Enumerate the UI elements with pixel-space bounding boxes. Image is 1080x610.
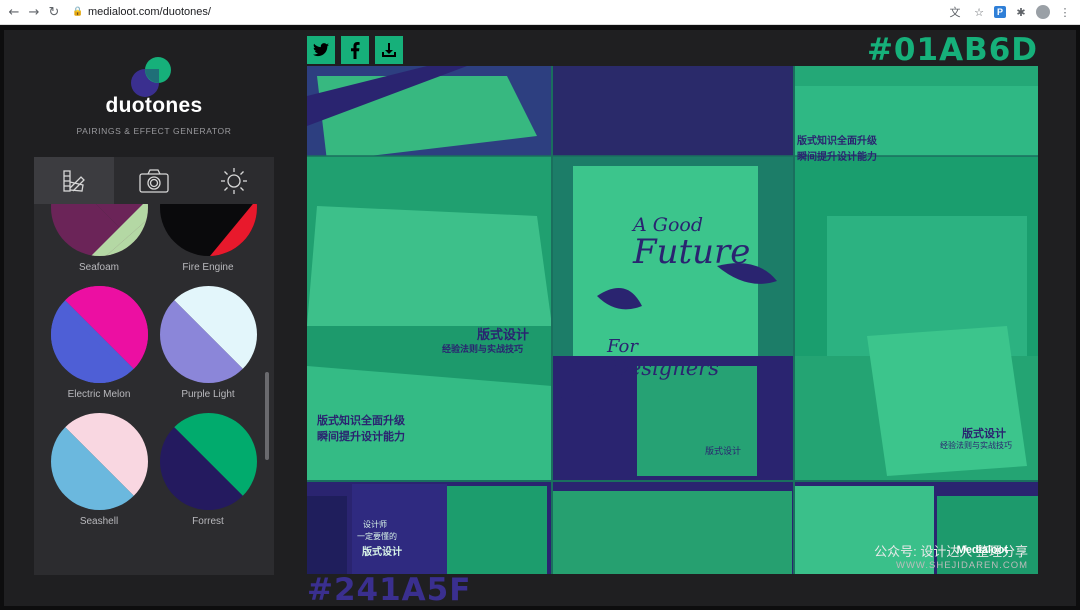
swatch-label: Seashell xyxy=(79,516,119,527)
brightness-icon xyxy=(221,167,247,194)
translate-icon[interactable]: 文 xyxy=(946,3,964,21)
twitter-button[interactable] xyxy=(307,36,335,64)
reload-button[interactable]: ↻ xyxy=(44,2,64,22)
shadow-color-hex: #241A5F xyxy=(307,572,472,608)
book-text-cn-7: 版式设计 xyxy=(962,427,1006,440)
tab-brightness[interactable] xyxy=(194,157,274,204)
swatch-fire-engine[interactable]: Fire Engine xyxy=(158,204,258,273)
book-text-cn-9: 版式设计 xyxy=(705,447,742,457)
tab-palette[interactable] xyxy=(34,157,114,204)
address-bar[interactable]: medialoot.com/duotones/ xyxy=(88,6,211,18)
swatch-purple-light[interactable]: Purple Light xyxy=(158,286,258,400)
forward-button[interactable]: → xyxy=(24,2,44,22)
brand-name: duotones xyxy=(105,94,203,117)
share-bar xyxy=(307,36,403,64)
swatch-scrollbar[interactable] xyxy=(265,372,269,460)
extension-p-icon[interactable]: P xyxy=(994,6,1006,18)
app-frame: duotones PAIRINGS & EFFECT GENERATOR Sea… xyxy=(0,26,1080,610)
swatch-disc xyxy=(50,286,148,383)
facebook-button[interactable] xyxy=(341,36,369,64)
book-text-cn-3: 版式知识全面升级 xyxy=(317,414,405,427)
options-panel: Seafoam Fire Engine Electric Melon Purpl… xyxy=(34,157,274,575)
star-icon[interactable]: ☆ xyxy=(970,3,988,21)
swatch-list: Seafoam Fire Engine Electric Melon Purpl… xyxy=(34,204,264,575)
duotone-preview-image: A Good Future For Designers 版式设计 经验法则与实战… xyxy=(307,66,1038,574)
tab-camera[interactable] xyxy=(114,157,194,204)
swatch-seafoam[interactable]: Seafoam xyxy=(49,204,149,273)
swatch-label: Purple Light xyxy=(181,389,235,400)
browser-toolbar: ← → ↻ 🔒 medialoot.com/duotones/ 文 ☆ P ✱ … xyxy=(0,0,1080,25)
camera-icon xyxy=(139,168,169,193)
watermark-line2: WWW.SHEJIDAREN.COM xyxy=(896,560,1028,571)
swatch-label: Electric Melon xyxy=(67,389,131,400)
reload-icon: ↻ xyxy=(48,4,60,20)
download-icon xyxy=(382,43,396,57)
highlight-color-hex: #01AB6D xyxy=(866,32,1038,68)
swatch-forrest[interactable]: Forrest xyxy=(158,413,258,527)
book-title-line2: Future xyxy=(633,232,751,272)
book-title-line4: Designers xyxy=(612,356,719,380)
swatch-disc xyxy=(50,204,148,256)
book-text-cn-11: 一定要懂的 xyxy=(357,532,397,541)
twitter-icon xyxy=(313,43,329,57)
back-arrow-icon: ← xyxy=(8,4,20,20)
palette-swatch-icon xyxy=(63,169,85,192)
book-text-cn-6: 瞬间提升设计能力 xyxy=(797,152,877,163)
swatch-label: Seafoam xyxy=(78,262,120,273)
book-title-line3: For xyxy=(607,336,638,357)
download-button[interactable] xyxy=(375,36,403,64)
tagline: PAIRINGS & EFFECT GENERATOR xyxy=(76,126,232,136)
preview-photo xyxy=(307,66,1038,574)
swatch-label: Fire Engine xyxy=(182,262,234,273)
duotones-logo-icon xyxy=(131,57,173,99)
medialoot-credit: Medialoot xyxy=(956,544,1008,556)
swatch-label: Forrest xyxy=(192,516,224,527)
book-text-cn-10: 设计师 xyxy=(363,520,387,529)
book-text-cn-4: 瞬间提升设计能力 xyxy=(317,430,405,443)
swatch-seashell[interactable]: Seashell xyxy=(49,413,149,527)
book-text-cn-1: 版式设计 xyxy=(477,328,530,343)
forward-arrow-icon: → xyxy=(28,4,40,20)
menu-icon[interactable]: ⋮ xyxy=(1056,3,1074,21)
book-text-cn-12: 版式设计 xyxy=(362,547,402,558)
swatch-disc xyxy=(50,413,148,510)
facebook-icon xyxy=(351,41,360,59)
profile-avatar[interactable] xyxy=(1036,5,1050,19)
book-text-cn-2: 经验法则与实战技巧 xyxy=(442,345,524,355)
swatch-disc xyxy=(159,413,257,510)
book-text-cn-5: 版式知识全面升级 xyxy=(797,136,877,147)
book-text-cn-8: 经验法则与实战技巧 xyxy=(940,441,1012,450)
swatch-disc xyxy=(159,204,257,256)
swatch-disc xyxy=(159,286,257,383)
puzzle-icon[interactable]: ✱ xyxy=(1012,3,1030,21)
swatch-electric-melon[interactable]: Electric Melon xyxy=(49,286,149,400)
back-button[interactable]: ← xyxy=(4,2,24,22)
preview-area: #01AB6D A Good Future For Designers 版式设计… xyxy=(307,30,1038,610)
sidebar: duotones PAIRINGS & EFFECT GENERATOR Sea… xyxy=(34,30,274,575)
lock-icon: 🔒 xyxy=(72,7,84,17)
tab-bar xyxy=(34,157,274,204)
